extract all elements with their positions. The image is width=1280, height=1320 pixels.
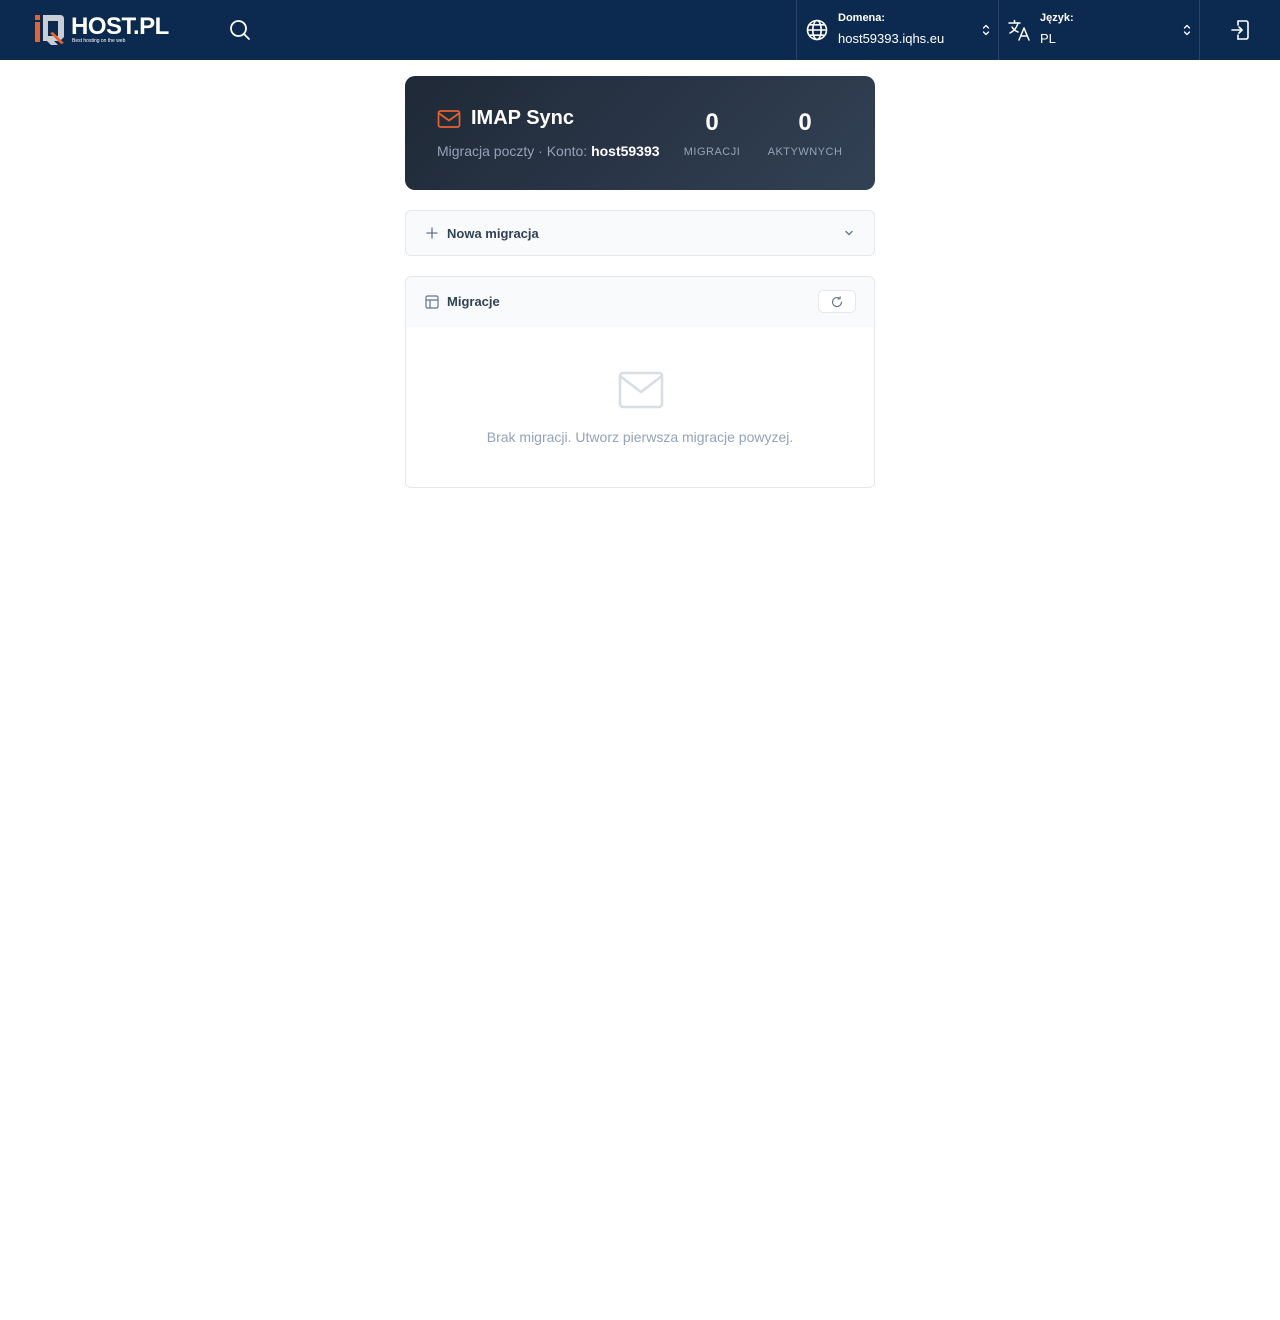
new-migration-toggle[interactable]: Nowa migracja — [405, 210, 875, 256]
migrations-panel-header: Migracje — [406, 277, 874, 327]
search-icon — [230, 20, 250, 40]
logo-mark-icon — [35, 15, 64, 45]
stat-migrations: 0 MIGRACJI — [675, 108, 749, 158]
new-migration-label: Nowa migracja — [447, 226, 539, 241]
top-navbar: HOST.PL Best hosting on the web Domena: … — [0, 0, 1280, 60]
empty-mail-icon — [618, 371, 664, 409]
stat-active: 0 AKTYWNYCH — [761, 108, 849, 158]
mail-icon — [437, 110, 461, 128]
logo[interactable]: HOST.PL Best hosting on the web — [34, 13, 174, 45]
table-icon — [425, 295, 439, 309]
refresh-icon — [831, 295, 843, 307]
stat-label: MIGRACJI — [683, 146, 741, 158]
refresh-button[interactable] — [818, 290, 856, 313]
language-label: Język: — [1040, 12, 1074, 24]
plus-icon — [426, 227, 438, 239]
globe-icon — [806, 19, 828, 41]
page-title: IMAP Sync — [471, 107, 574, 129]
stat-value: 0 — [705, 109, 719, 136]
migrations-panel: Migracje Brak migracji. Utworz pierwsza … — [405, 276, 875, 488]
logo-text: HOST.PL — [71, 13, 169, 40]
account-name: host59393 — [591, 143, 660, 159]
subtitle-prefix: Migracja poczty · Konto: — [437, 143, 592, 159]
empty-state-message: Brak migracji. Utworz pierwsza migracje … — [486, 429, 794, 445]
imap-sync-summary-card: IMAP Sync Migracja poczty · Konto: host5… — [405, 76, 875, 190]
language-value: PL — [1040, 31, 1056, 46]
logo-tagline: Best hosting on the web — [72, 38, 126, 44]
translate-icon — [1008, 19, 1030, 41]
logout-button[interactable] — [1199, 0, 1280, 60]
domain-selector[interactable]: Domena: host59393.iqhs.eu — [796, 0, 998, 60]
stat-label: AKTYWNYCH — [767, 146, 843, 158]
language-selector[interactable]: Język: PL — [998, 0, 1199, 60]
migrations-title: Migracje — [447, 294, 500, 309]
search-button[interactable] — [226, 16, 254, 44]
domain-value: host59393.iqhs.eu — [838, 31, 945, 46]
chevron-down-icon — [845, 230, 853, 236]
chevron-updown-icon — [982, 24, 990, 36]
domain-label: Domena: — [838, 12, 886, 24]
chevron-updown-icon — [1183, 24, 1191, 36]
stat-value: 0 — [798, 109, 812, 136]
logout-icon — [1231, 20, 1249, 40]
page-subtitle: Migracja poczty · Konto: host59393 — [437, 143, 660, 159]
